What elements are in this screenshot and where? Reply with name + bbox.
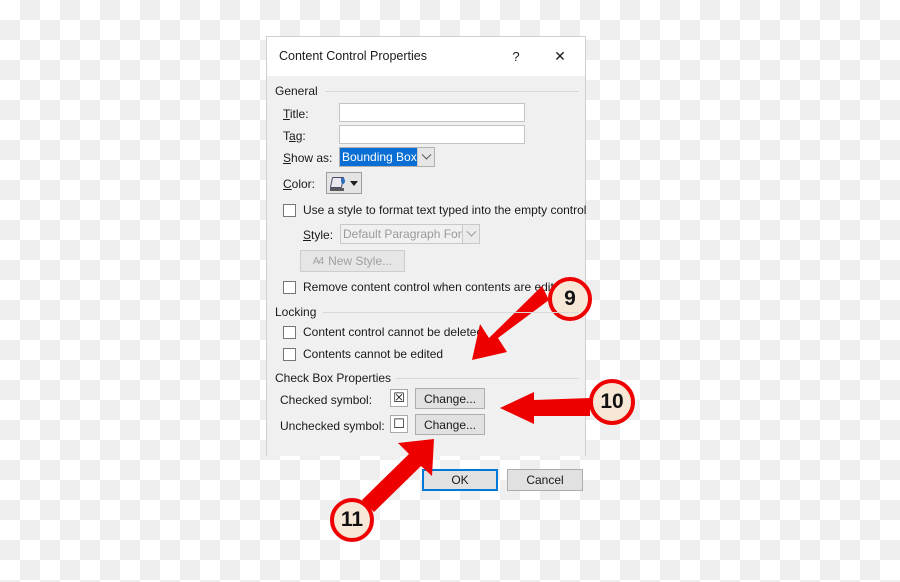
cannot-edit-label: Contents cannot be edited bbox=[303, 347, 444, 361]
unchecked-change-label: Change... bbox=[423, 417, 477, 432]
callout-10: 10 bbox=[589, 379, 635, 425]
close-icon[interactable]: ✕ bbox=[543, 37, 577, 76]
group-label-checkbox-properties: Check Box Properties bbox=[275, 371, 397, 385]
checked-change-label: Change... bbox=[423, 391, 477, 406]
group-divider-general bbox=[325, 91, 579, 92]
checked-symbol-change-button[interactable]: Change... bbox=[415, 388, 485, 409]
ok-label: OK bbox=[451, 473, 469, 487]
caret-down-icon[interactable] bbox=[350, 180, 359, 186]
dialog-title: Content Control Properties bbox=[279, 49, 427, 63]
checked-symbol-label: Checked symbol: bbox=[280, 393, 373, 407]
callout-11-number: 11 bbox=[340, 508, 364, 531]
style-value: Default Paragraph Font bbox=[343, 227, 462, 241]
color-label-rest: olor: bbox=[291, 177, 316, 191]
callout-11: 11 bbox=[330, 498, 374, 542]
group-divider-checkbox-properties bbox=[382, 378, 579, 379]
remove-control-checkbox-row[interactable]: Remove content control when contents are… bbox=[283, 280, 567, 294]
cannot-delete-checkbox[interactable] bbox=[283, 325, 296, 339]
title-field-label-rest: itle: bbox=[289, 107, 309, 121]
callout-9-number: 9 bbox=[564, 287, 576, 310]
cannot-delete-checkbox-row[interactable]: Content control cannot be deleted bbox=[283, 325, 483, 339]
new-style-icon: A4 bbox=[312, 255, 324, 267]
dialog-body: General Title: Tag: Show as: Bounding Bo… bbox=[267, 77, 586, 491]
show-as-value: Bounding Box bbox=[340, 148, 417, 166]
group-divider-locking bbox=[323, 312, 579, 313]
remove-control-checkbox[interactable] bbox=[283, 280, 296, 294]
tag-field-label-rest: g: bbox=[295, 129, 306, 143]
color-label: Color: bbox=[283, 177, 316, 191]
cancel-button[interactable]: Cancel bbox=[507, 469, 583, 491]
tag-input[interactable] bbox=[339, 125, 525, 144]
cannot-edit-checkbox[interactable] bbox=[283, 347, 296, 361]
cannot-edit-checkbox-row[interactable]: Contents cannot be edited bbox=[283, 347, 443, 361]
unchecked-symbol-change-button[interactable]: Change... bbox=[415, 414, 485, 435]
new-style-button[interactable]: A4 New Style... bbox=[300, 250, 405, 272]
cannot-delete-label: Content control cannot be deleted bbox=[303, 325, 484, 339]
style-label-rest: tyle: bbox=[311, 228, 334, 242]
cancel-label: Cancel bbox=[526, 473, 564, 487]
title-field-label: Title: bbox=[283, 107, 309, 121]
use-style-checkbox[interactable] bbox=[283, 203, 296, 217]
help-icon[interactable]: ? bbox=[499, 37, 533, 76]
show-as-combobox[interactable]: Bounding Box bbox=[339, 147, 435, 167]
checked-symbol-preview: ☒ bbox=[390, 389, 408, 407]
paint-bucket-icon bbox=[329, 176, 345, 191]
content-control-properties-dialog: Content Control Properties ? ✕ General T… bbox=[266, 36, 586, 491]
new-style-label: New Style... bbox=[328, 254, 393, 268]
style-combobox[interactable]: Default Paragraph Font bbox=[340, 224, 480, 244]
remove-control-label: Remove content control when contents are… bbox=[303, 280, 568, 294]
dialog-titlebar: Content Control Properties ? ✕ bbox=[267, 37, 585, 77]
show-as-label: Show as: bbox=[283, 151, 333, 165]
chevron-down-icon[interactable] bbox=[417, 148, 434, 166]
ok-button[interactable]: OK bbox=[422, 469, 498, 491]
color-picker-button[interactable] bbox=[326, 172, 362, 194]
style-label: Style: bbox=[303, 228, 334, 242]
unchecked-symbol-label: Unchecked symbol: bbox=[280, 419, 385, 433]
title-input[interactable] bbox=[339, 103, 525, 122]
group-label-locking: Locking bbox=[275, 305, 322, 319]
callout-10-number: 10 bbox=[600, 390, 624, 413]
unchecked-symbol-preview: ☐ bbox=[390, 415, 408, 433]
callout-9: 9 bbox=[548, 277, 592, 321]
tag-field-label: Tag: bbox=[283, 129, 306, 143]
group-label-general: General bbox=[275, 84, 323, 98]
use-style-label: Use a style to format text typed into th… bbox=[303, 203, 587, 217]
use-style-checkbox-row[interactable]: Use a style to format text typed into th… bbox=[283, 203, 586, 217]
chevron-down-icon-style[interactable] bbox=[462, 225, 479, 243]
show-as-label-rest: how as: bbox=[291, 151, 333, 165]
